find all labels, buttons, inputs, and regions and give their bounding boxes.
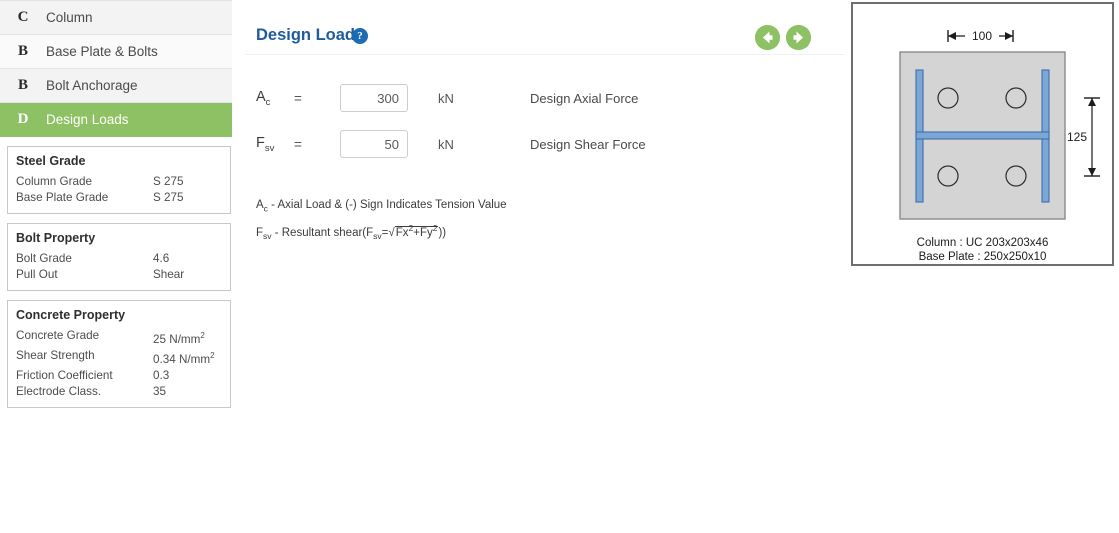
sidebar-item-column[interactable]: C Column	[0, 1, 232, 35]
axial-force-row: Ac = kN Design Axial Force	[256, 75, 845, 121]
property-value: 0.34 N/mm2	[153, 350, 215, 366]
bolt-hole	[1005, 87, 1027, 109]
axial-force-description: Design Axial Force	[530, 90, 639, 106]
shear-force-input[interactable]	[340, 130, 408, 158]
property-key: Pull Out	[16, 268, 58, 281]
sidebar-item-bolt-anchorage[interactable]: B Bolt Anchorage	[0, 69, 232, 103]
axial-load-note: Ac - Axial Load & (-) Sign Indicates Ten…	[256, 199, 507, 214]
property-value: S 275	[153, 175, 184, 188]
property-row: Bolt Grade 4.6	[8, 251, 230, 267]
property-key: Concrete Grade	[16, 329, 100, 342]
bolt-hole	[937, 165, 959, 187]
property-value: 4.6	[153, 252, 170, 265]
axial-force-symbol: Ac	[256, 88, 271, 108]
steel-grade-panel: Steel Grade Column Grade S 275 Base Plat…	[7, 146, 231, 214]
sidebar-item-base-plate-bolts[interactable]: B Base Plate & Bolts	[0, 35, 232, 69]
sidebar: C Column B Base Plate & Bolts B Bolt Anc…	[0, 0, 232, 408]
property-row: Shear Strength 0.34 N/mm2	[8, 348, 230, 368]
design-loads-letter-icon: D	[17, 111, 29, 127]
panel-title: Bolt Property	[16, 231, 96, 245]
bolt-hole	[1005, 165, 1027, 187]
previous-arrow-icon[interactable]	[755, 25, 780, 50]
property-key: Friction Coefficient	[16, 368, 113, 382]
shear-force-description: Design Shear Force	[530, 136, 646, 152]
property-row: Concrete Grade 25 N/mm2	[8, 328, 230, 348]
design-loads-form: Ac = kN Design Axial Force Fsv = kN Desi…	[245, 55, 845, 167]
sidebar-item-label: Design Loads	[46, 112, 129, 127]
concrete-property-panel: Concrete Property Concrete Grade 25 N/mm…	[7, 300, 231, 408]
property-row: Electrode Class. 35	[8, 384, 230, 400]
property-value: 25 N/mm2	[153, 331, 205, 346]
property-value: 0.3	[153, 368, 170, 382]
height-dimension-label: 125	[1067, 130, 1087, 144]
bolt-property-panel: Bolt Property Bolt Grade 4.6 Pull Out Sh…	[7, 223, 231, 291]
property-row: Pull Out Shear	[8, 267, 230, 283]
base-plate-letter-icon: B	[17, 43, 28, 59]
sidebar-item-label: Bolt Anchorage	[46, 78, 138, 93]
help-icon[interactable]: ?	[352, 28, 368, 44]
web-shape	[915, 131, 1050, 140]
main-content: Design Loads ? Ac = kN	[245, 0, 845, 246]
equals-sign: =	[294, 90, 302, 106]
property-row: Base Plate Grade S 275	[8, 190, 230, 206]
property-value: Shear	[153, 268, 185, 281]
sidebar-item-label: Base Plate & Bolts	[46, 44, 158, 59]
panel-title: Concrete Property	[16, 308, 126, 322]
width-dimension-label: 100	[972, 29, 992, 43]
property-key: Bolt Grade	[16, 252, 72, 265]
axial-force-input[interactable]	[340, 84, 408, 112]
property-row: Friction Coefficient 0.3	[8, 368, 230, 384]
shear-force-symbol: Fsv	[256, 134, 275, 154]
panel-title: Steel Grade	[16, 154, 86, 168]
shear-force-row: Fsv = kN Design Shear Force	[256, 121, 845, 167]
bolt-hole	[937, 87, 959, 109]
property-value: 35	[153, 384, 167, 398]
caption-base-plate: Base Plate : 250x250x10	[918, 251, 1047, 263]
property-key: Shear Strength	[16, 348, 95, 362]
axial-force-unit: kN	[438, 90, 454, 106]
base-plate-diagram-panel: 100 125 Column : UC 203x203x46 Base Plat…	[851, 2, 1114, 266]
property-key: Base Plate Grade	[16, 191, 109, 204]
base-plate-section-diagram: 100 125	[899, 27, 1100, 220]
shear-force-unit: kN	[438, 136, 454, 152]
formula-notes: Ac - Axial Load & (-) Sign Indicates Ten…	[245, 167, 845, 246]
sidebar-item-design-loads[interactable]: D Design Loads	[0, 103, 232, 137]
resultant-shear-note: Fsv - Resultant shear(Fsv=√Fx2+Fy2))	[256, 223, 447, 242]
sidebar-item-label: Column	[46, 10, 93, 25]
page-title: Design Loads	[256, 26, 365, 44]
content-header: Design Loads ?	[245, 0, 845, 55]
property-key: Column Grade	[16, 175, 93, 188]
diagram-caption: Column : UC 203x203x46 Base Plate : 250x…	[853, 236, 1112, 264]
column-letter-icon: C	[17, 9, 29, 25]
property-key: Electrode Class.	[16, 384, 102, 398]
caption-column: Column : UC 203x203x46	[916, 237, 1049, 249]
property-row: Column Grade S 275	[8, 174, 230, 190]
bolt-anchorage-letter-icon: B	[17, 77, 28, 93]
next-arrow-icon[interactable]	[786, 25, 811, 50]
design-loads-page: C Column B Base Plate & Bolts B Bolt Anc…	[0, 0, 1119, 533]
property-value: S 275	[153, 191, 184, 204]
equals-sign: =	[294, 136, 302, 152]
